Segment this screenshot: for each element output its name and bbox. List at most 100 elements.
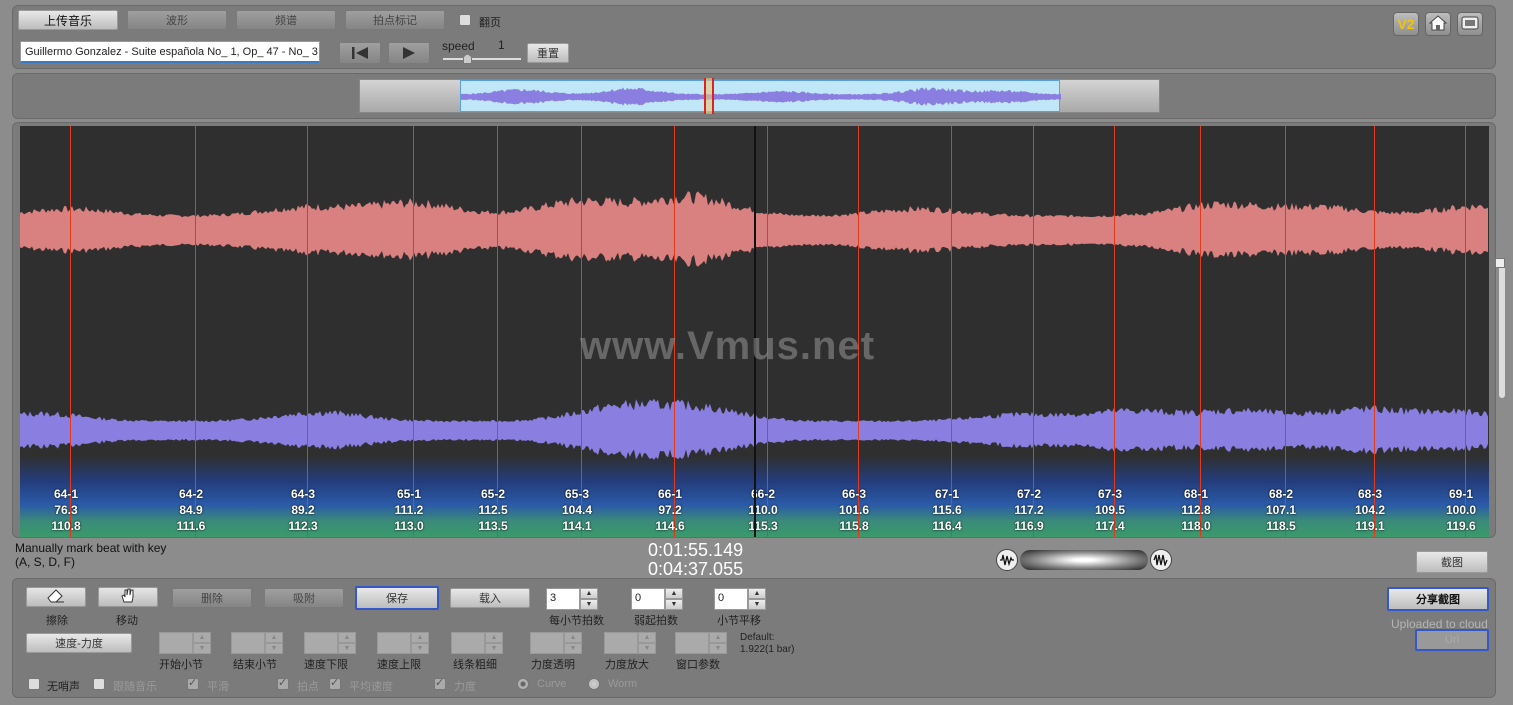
line-width-stepper[interactable]: ▲ ▼ — [451, 632, 505, 654]
beat-time: 114.6 — [655, 519, 685, 533]
beat-line[interactable] — [307, 126, 308, 537]
beat-label: 68-1 112.8 118.0 — [1166, 486, 1226, 534]
stepper-down-icon[interactable]: ▼ — [580, 599, 598, 610]
beat-label: 65-3 — [564, 487, 590, 501]
overview-track[interactable] — [359, 78, 1160, 114]
avg-tempo-checkbox[interactable] — [329, 676, 341, 690]
beat-checkbox[interactable] — [277, 676, 289, 690]
speed-slider-thumb[interactable] — [463, 54, 472, 64]
waveform-loud-icon — [1150, 549, 1172, 571]
page-flip-checkbox[interactable] — [459, 14, 471, 26]
v2-label: V2 — [1397, 16, 1415, 32]
screenshot-button[interactable]: 截图 — [1416, 551, 1488, 573]
beat-line[interactable] — [70, 126, 71, 537]
beat-line[interactable] — [413, 126, 414, 537]
stepper-up-icon[interactable]: ▲ — [748, 588, 766, 599]
stepper-down-icon[interactable]: ▼ — [748, 599, 766, 610]
beat-line[interactable] — [951, 126, 952, 537]
bar-shift-input[interactable]: 0 — [714, 588, 748, 610]
end-bar-label: 结束小节 — [233, 659, 277, 671]
window-param-stepper[interactable]: ▲ ▼ — [675, 632, 729, 654]
beats-per-bar-label: 每小节拍数 — [549, 615, 604, 627]
save-button[interactable]: 保存 — [355, 586, 439, 610]
dynamics-checkbox[interactable] — [434, 676, 446, 690]
worm-label: Worm — [608, 678, 638, 690]
stepper-up-icon[interactable]: ▲ — [580, 588, 598, 599]
beat-mark-button[interactable]: 拍点标记 — [345, 10, 445, 30]
delete-button[interactable]: 删除 — [172, 588, 252, 608]
tempo-dynamics-button[interactable]: 速度-力度 — [26, 633, 132, 653]
speed-slider[interactable] — [443, 54, 521, 64]
waveform-panel: 64-1 76.3 110.8 64-2 84.9 111.6 64-3 89.2 112.3 6… — [12, 122, 1505, 538]
url-button[interactable]: Url — [1415, 629, 1489, 651]
vertical-scrollbar[interactable] — [1495, 258, 1505, 398]
beat-line[interactable] — [1033, 126, 1034, 537]
beat-label: 66-3 101.6 115.8 — [824, 486, 884, 534]
dyn-scale-label: 力度放大 — [605, 659, 649, 671]
beat-line[interactable] — [195, 126, 196, 537]
start-bar-label: 开始小节 — [159, 659, 203, 671]
spectrum-button[interactable]: 频谱 — [236, 10, 336, 30]
rewind-button[interactable] — [339, 42, 381, 64]
beats-per-bar-input[interactable]: 3 — [546, 588, 580, 610]
waveform-button[interactable]: 波形 — [127, 10, 227, 30]
version-badge[interactable]: V2 — [1393, 12, 1419, 36]
beat-line[interactable] — [1285, 126, 1286, 537]
hint-line-1: Manually mark beat with key — [15, 541, 167, 555]
beat-tempo: 84.9 — [179, 503, 203, 517]
smooth-checkbox[interactable] — [187, 676, 199, 690]
tempo-high-stepper[interactable]: ▲ ▼ — [377, 632, 431, 654]
beat-label: 66-3 — [841, 487, 867, 501]
eraser-icon — [47, 588, 65, 606]
beat-label: 66-2 — [750, 487, 776, 501]
waveform-canvas[interactable]: 64-1 76.3 110.8 64-2 84.9 111.6 64-3 89.2 112.3 6… — [20, 126, 1489, 537]
curve-radio[interactable] — [517, 678, 529, 690]
curve-label: Curve — [537, 678, 567, 690]
move-button[interactable] — [98, 587, 158, 607]
bar-shift-stepper[interactable]: 0 ▲ ▼ — [714, 588, 768, 610]
beats-per-bar-stepper[interactable]: 3 ▲ ▼ — [546, 588, 600, 610]
overview-viewport[interactable] — [460, 78, 1061, 114]
filename-field[interactable]: Guillermo Gonzalez - Suite española No_ … — [20, 41, 320, 63]
load-button[interactable]: 载入 — [450, 588, 530, 608]
fullscreen-button[interactable] — [1457, 12, 1483, 36]
pickup-input[interactable]: 0 — [631, 588, 665, 610]
overview-playhead[interactable] — [704, 78, 714, 114]
beat-tempo: 104.4 — [561, 503, 593, 517]
beat-tempo: 97.2 — [658, 503, 682, 517]
scrollbar-handle-icon[interactable] — [1495, 258, 1505, 268]
home-button[interactable] — [1425, 12, 1451, 36]
volume-track[interactable] — [1020, 550, 1148, 570]
overview-panel — [12, 73, 1496, 119]
stepper-up-icon[interactable]: ▲ — [665, 588, 683, 599]
beat-line[interactable] — [1465, 126, 1466, 537]
start-bar-stepper[interactable]: ▲ ▼ — [159, 632, 213, 654]
pickup-stepper[interactable]: 0 ▲ ▼ — [631, 588, 685, 610]
beat-label: 64-3 — [290, 487, 316, 501]
worm-radio[interactable] — [588, 678, 600, 690]
beat-label: 67-2 — [1016, 487, 1042, 501]
no-mute-checkbox[interactable] — [28, 678, 40, 690]
beat-line[interactable] — [1114, 126, 1115, 537]
erase-button[interactable] — [26, 587, 86, 607]
home-icon — [1428, 14, 1448, 34]
share-screenshot-button[interactable]: 分享截图 — [1387, 587, 1489, 611]
watermark: www.Vmus.net — [580, 324, 876, 368]
beat-line[interactable] — [1374, 126, 1375, 537]
tempo-low-stepper[interactable]: ▲ ▼ — [304, 632, 358, 654]
follow-music-checkbox[interactable] — [93, 678, 105, 690]
reset-button[interactable]: 重置 — [527, 43, 569, 63]
volume-slider[interactable] — [996, 549, 1172, 571]
beat-line[interactable] — [1200, 126, 1201, 537]
dyn-scale-stepper[interactable]: ▲ ▼ — [604, 632, 658, 654]
upload-music-button[interactable]: 上传音乐 — [18, 10, 118, 30]
stepper-down-icon[interactable]: ▼ — [665, 599, 683, 610]
beat-label: 68-2 — [1268, 487, 1294, 501]
end-bar-stepper[interactable]: ▲ ▼ — [231, 632, 285, 654]
beat-label: 64-2 — [178, 487, 204, 501]
snap-button[interactable]: 吸附 — [264, 588, 344, 608]
play-button[interactable] — [388, 42, 430, 64]
beat-line[interactable] — [497, 126, 498, 537]
current-time: 0:01:55.149 — [648, 540, 744, 560]
dyn-transparency-stepper[interactable]: ▲ ▼ — [530, 632, 584, 654]
